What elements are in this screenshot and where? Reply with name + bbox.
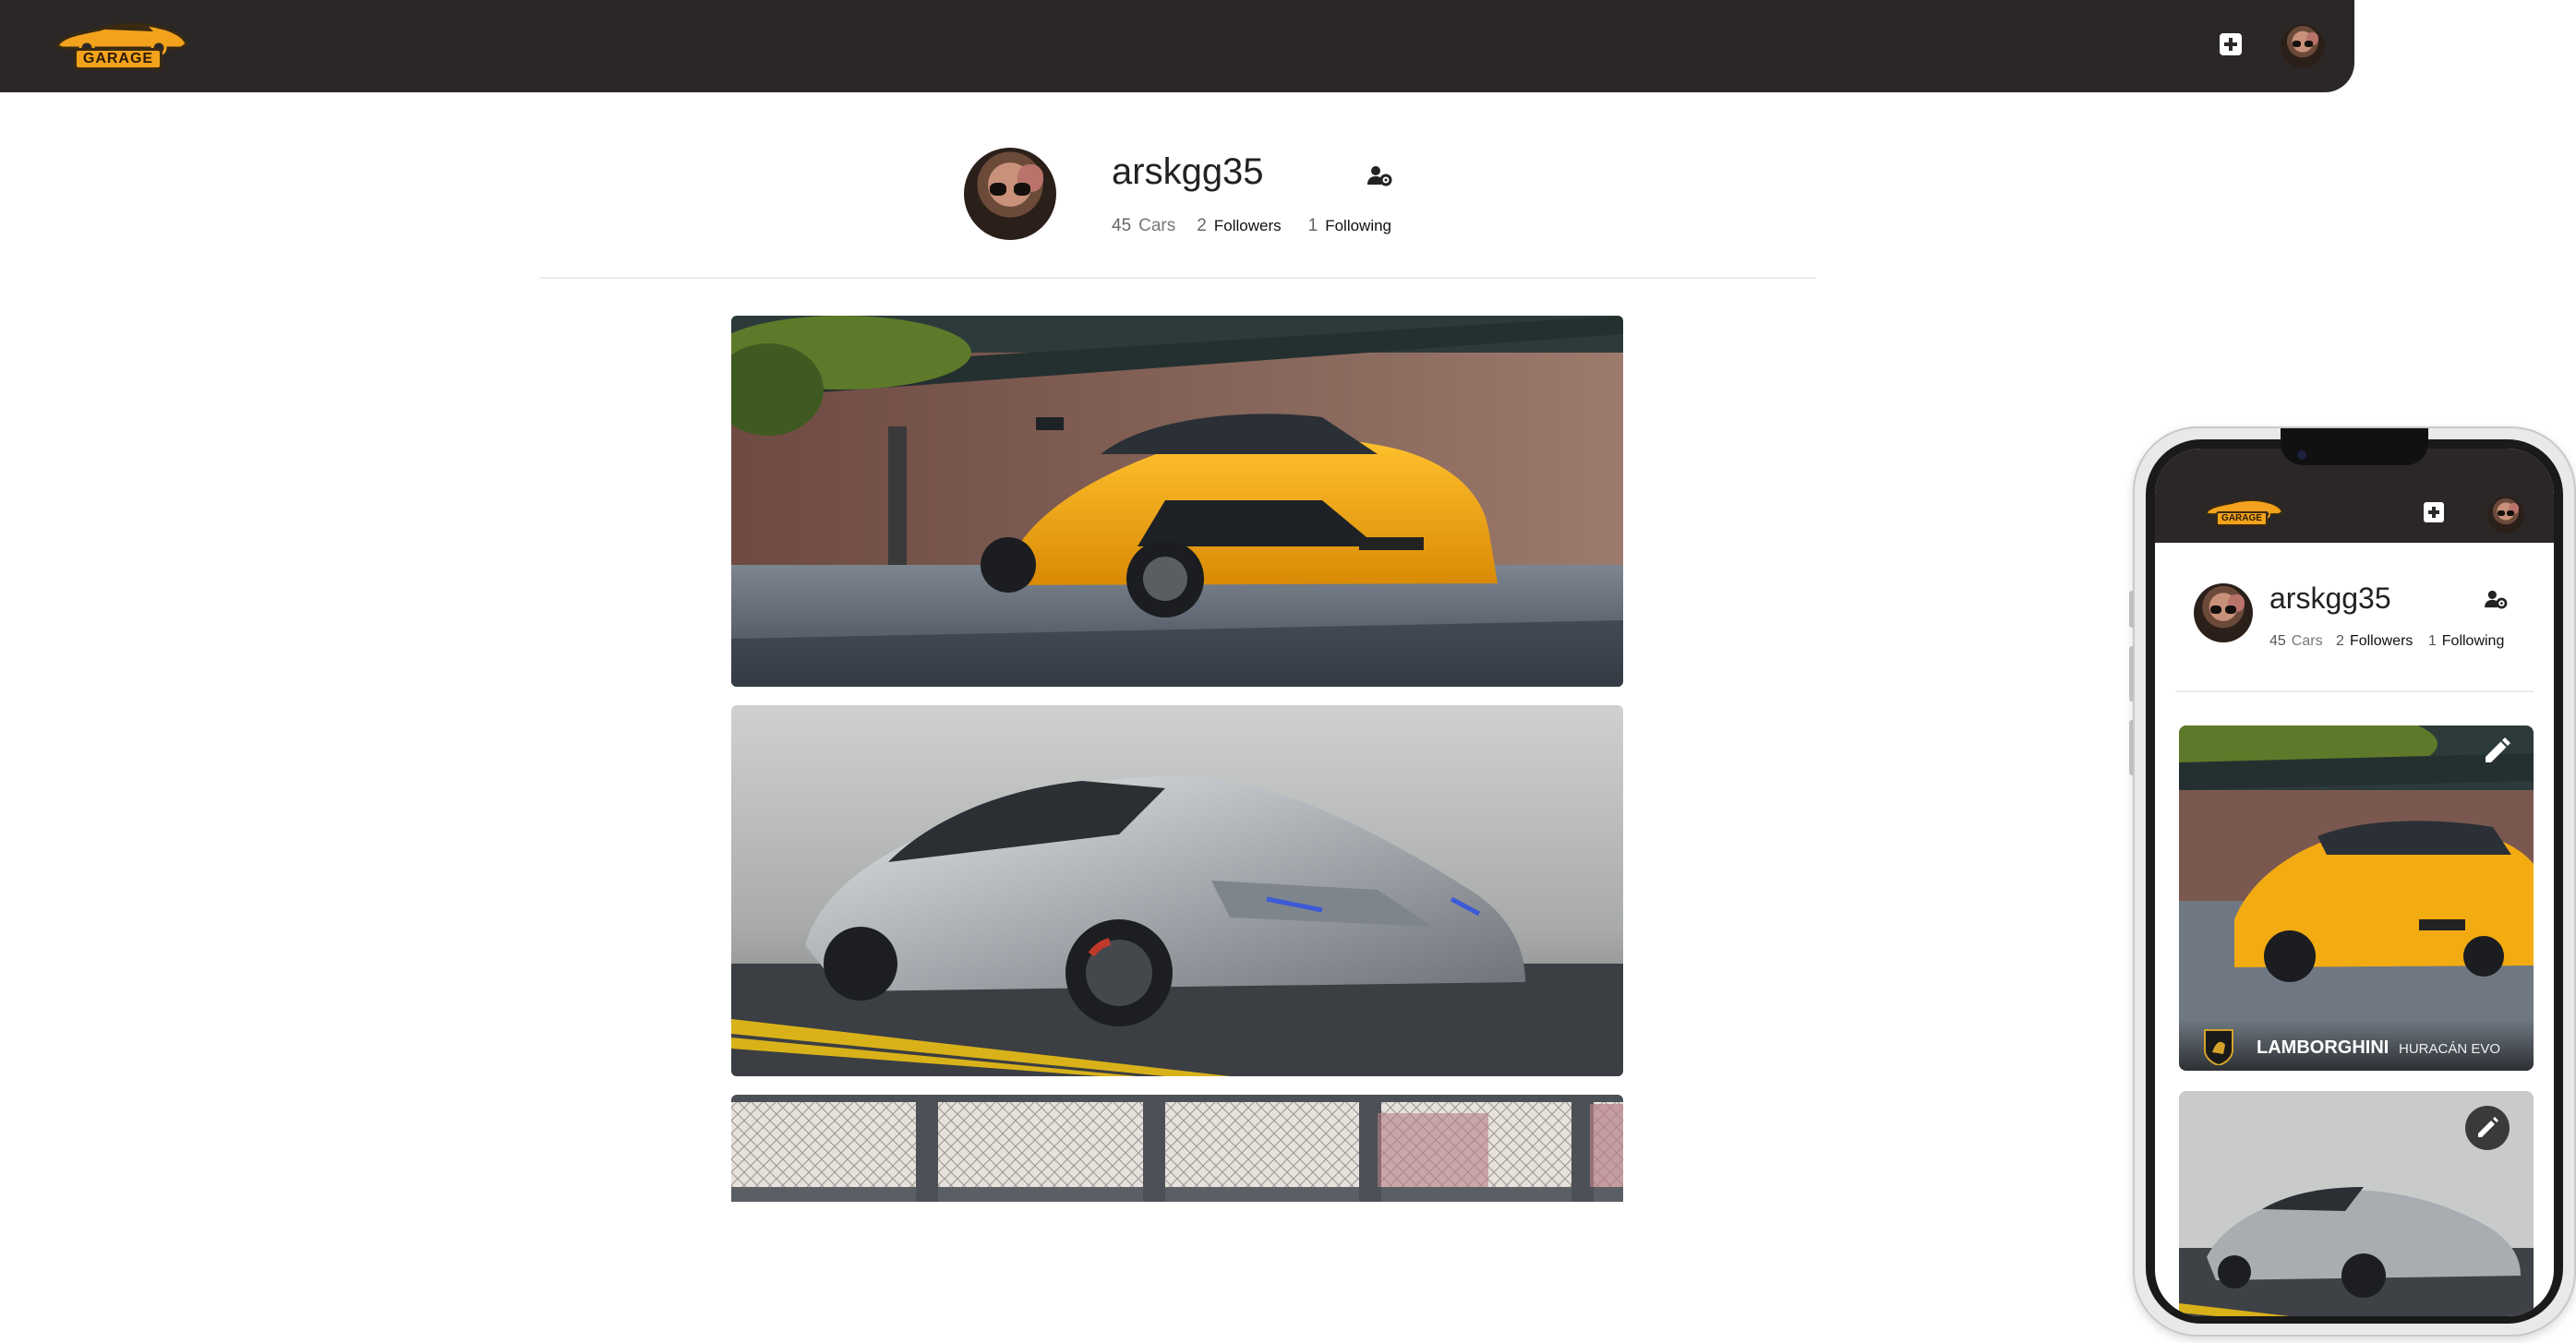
profile-avatar <box>964 148 1056 240</box>
garage-logo[interactable]: GARAGE <box>52 18 190 74</box>
mobile-profile-divider <box>2175 690 2534 692</box>
mobile-add-car-icon[interactable] <box>2424 502 2444 522</box>
car-card-partial[interactable] <box>731 1095 1623 1202</box>
mobile-header-avatar[interactable] <box>2487 497 2524 534</box>
logo-text: GARAGE <box>74 48 163 70</box>
mobile-cars-label: Cars <box>2291 633 2323 649</box>
cars-count: 45 <box>1112 216 1132 235</box>
phone-camera <box>2297 450 2306 460</box>
followers-label[interactable]: Followers <box>1214 217 1282 234</box>
profile-stats: 45 Cars 2 Followers 1 Following <box>1112 216 1414 236</box>
phone-screen: GARAGE arskgg35 45 Cars 2 Followers 1 Follo… <box>2155 449 2554 1316</box>
mobile-garage-logo[interactable]: GARAGE <box>2203 497 2284 528</box>
profile-divider <box>539 277 1815 279</box>
mobile-profile-stats: 45 Cars 2 Followers 1 Following <box>2269 633 2515 650</box>
mobile-car-card-yellow[interactable] <box>2179 725 2534 1071</box>
mobile-following-count[interactable]: 1 <box>2428 633 2437 649</box>
mobile-profile-avatar <box>2194 583 2253 642</box>
following-count[interactable]: 1 <box>1308 216 1318 235</box>
mobile-followers-count[interactable]: 2 <box>2336 633 2344 649</box>
mobile-logo-text: GARAGE <box>2216 511 2268 526</box>
phone-notch <box>2281 428 2428 465</box>
add-car-icon[interactable] <box>2220 33 2242 55</box>
mobile-edit-icon <box>2478 1117 2498 1137</box>
mobile-card-model: HURACÁN EVO <box>2399 1041 2501 1057</box>
top-navbar: GARAGE <box>0 0 2354 92</box>
car-photo-fence <box>731 1095 1623 1202</box>
user-settings-icon[interactable] <box>1366 164 1392 186</box>
cars-label: Cars <box>1138 216 1176 235</box>
lamborghini-badge-icon <box>2204 1029 2233 1065</box>
phone-mockup: GARAGE arskgg35 45 Cars 2 Followers 1 Follo… <box>2133 426 2576 1337</box>
mobile-user-settings-icon[interactable] <box>2484 589 2508 609</box>
mobile-following-label[interactable]: Following <box>2442 633 2505 649</box>
car-photo-silver <box>731 705 1623 1076</box>
following-label[interactable]: Following <box>1325 217 1391 234</box>
profile-username: arskgg35 <box>1112 151 1264 192</box>
followers-count[interactable]: 2 <box>1197 216 1207 235</box>
car-card-silver-lamborghini[interactable] <box>731 705 1623 1076</box>
car-photo-yellow <box>731 316 1623 687</box>
mobile-profile-username: arskgg35 <box>2269 582 2391 615</box>
mobile-cars-count: 45 <box>2269 633 2286 649</box>
mobile-followers-label[interactable]: Followers <box>2350 633 2413 649</box>
mobile-card-brand: LAMBORGHINI <box>2257 1037 2389 1058</box>
car-card-yellow-lamborghini[interactable] <box>731 316 1623 687</box>
mobile-edit-button[interactable] <box>2465 1106 2510 1150</box>
mobile-edit-icon[interactable] <box>2480 735 2513 768</box>
header-avatar[interactable] <box>2281 24 2325 68</box>
